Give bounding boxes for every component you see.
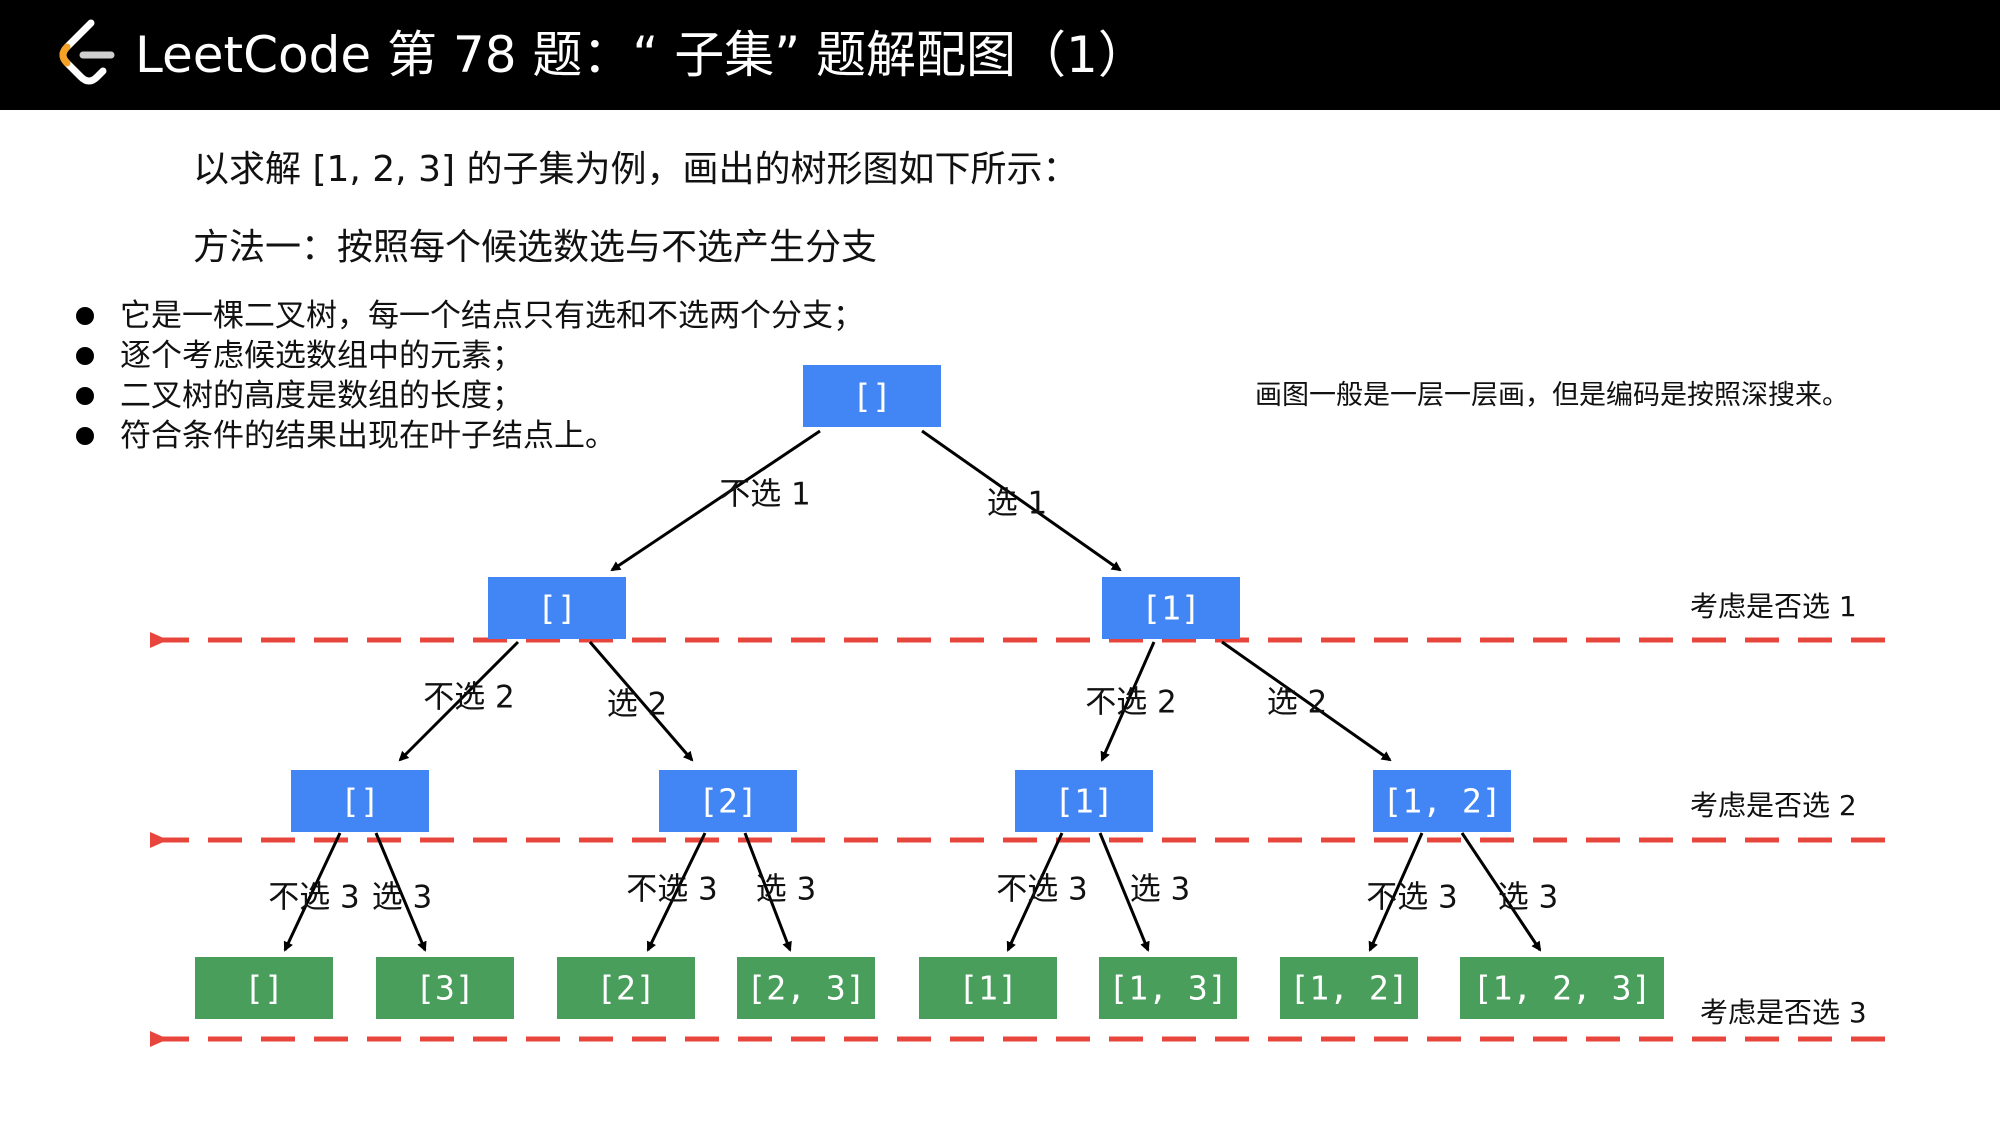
edge-label: 选 3 [1130,872,1191,908]
node-label: [] [852,377,892,416]
level-label: 考虑是否选 3 [1700,996,1867,1029]
edge-label: 选 2 [1267,685,1328,721]
node-label: [] [537,589,577,628]
node-label: [1] [1141,589,1201,628]
node-label: [3] [415,969,475,1008]
node-label: [1, 2] [1382,782,1501,821]
edge-label: 不选 3 [626,872,718,908]
node-label: [1, 2] [1289,969,1408,1008]
edge-label: 选 3 [372,880,433,916]
edge-label: 选 3 [1498,880,1559,916]
node-label: [1] [958,969,1018,1008]
edge-label: 选 2 [607,687,668,723]
edge-label: 不选 2 [423,680,515,716]
node-label: [2, 3] [746,969,865,1008]
node-label: [1, 3] [1108,969,1227,1008]
edge-label: 不选 2 [1085,685,1177,721]
edge-label: 不选 3 [268,880,360,916]
node-label: [1, 2, 3] [1473,969,1652,1008]
level-label: 考虑是否选 2 [1690,789,1857,822]
node-label: [] [340,782,380,821]
edge-label: 选 1 [987,486,1048,522]
subset-tree-diagram: 考虑是否选 1 考虑是否选 2 考虑是否选 3 不选 1 选 1 不选 2 选 2 不选 2 选… [150,365,1885,1047]
edge-label: 选 3 [756,872,817,908]
node-label: [2] [698,782,758,821]
node-label: [] [244,969,284,1008]
level-label: 考虑是否选 1 [1690,590,1857,623]
edge-label: 不选 3 [1366,880,1458,916]
edge-label: 不选 3 [996,872,1088,908]
node-label: [1] [1054,782,1114,821]
node-label: [2] [596,969,656,1008]
edge-label: 不选 1 [719,477,811,513]
